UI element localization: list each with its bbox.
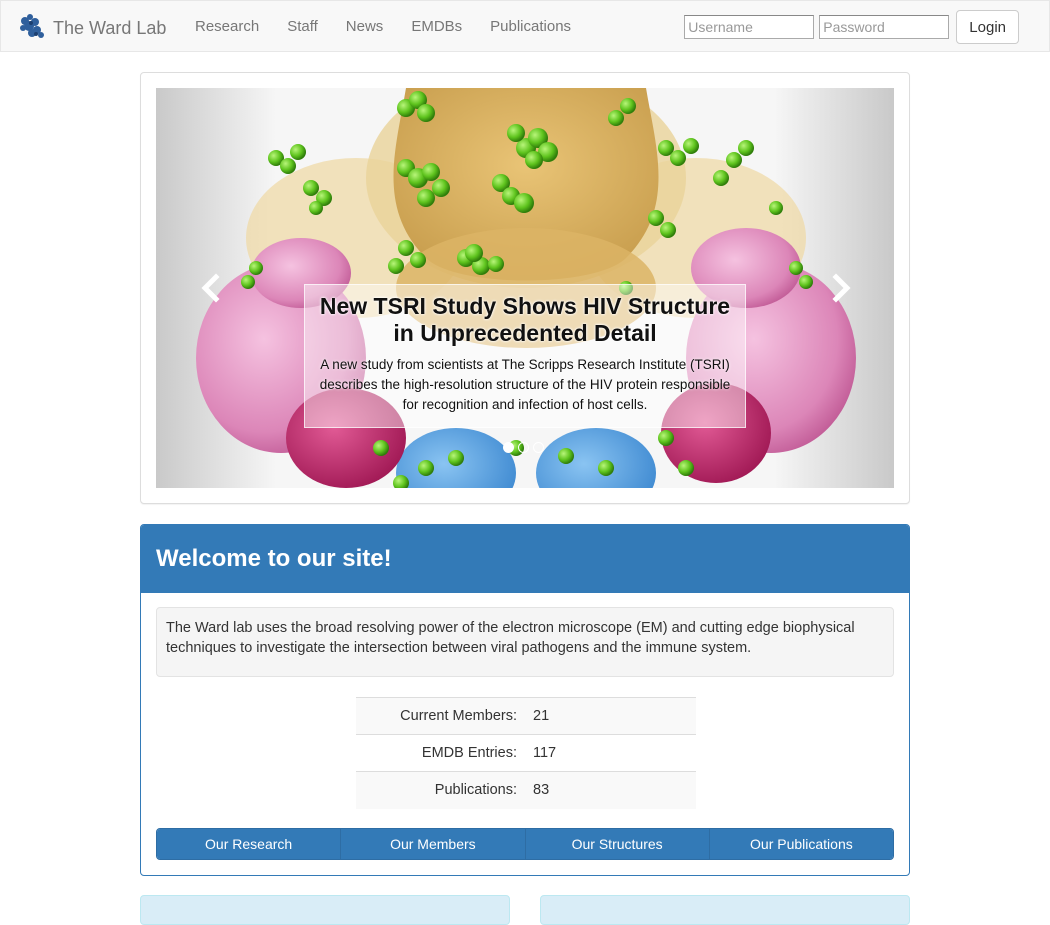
- carousel-next-button[interactable]: [826, 273, 856, 303]
- carousel-indicator-2[interactable]: [518, 442, 529, 453]
- chevron-right-icon: [832, 273, 851, 303]
- our-research-button[interactable]: Our Research: [157, 829, 341, 859]
- intro-text: The Ward lab uses the broad resolving po…: [156, 607, 894, 677]
- welcome-panel: Welcome to our site! The Ward lab uses t…: [140, 524, 910, 876]
- nav-staff[interactable]: Staff: [273, 1, 332, 53]
- nav-emdbs[interactable]: EMDBs: [397, 1, 476, 53]
- welcome-heading-bar: Welcome to our site!: [141, 525, 909, 593]
- carousel-indicator-1[interactable]: [503, 442, 514, 453]
- stat-value-emdb: 117: [533, 745, 557, 761]
- carousel-indicator-3[interactable]: [533, 442, 544, 453]
- main-nav: Research Staff News EMDBs Publications: [181, 1, 585, 53]
- section-button-group: Our Research Our Members Our Structures …: [156, 828, 894, 860]
- brand-name: The Ward Lab: [53, 17, 167, 38]
- nav-publications[interactable]: Publications: [476, 1, 585, 53]
- lab-logo-icon: [17, 11, 47, 46]
- carousel: New TSRI Study Shows HIV Structure in Un…: [156, 88, 894, 488]
- username-input[interactable]: [684, 15, 815, 39]
- navbar: The Ward Lab Research Staff News EMDBs P…: [0, 0, 1050, 52]
- table-row: Current Members: 21: [356, 697, 696, 735]
- carousel-panel: New TSRI Study Shows HIV Structure in Un…: [140, 72, 910, 504]
- stat-label-emdb: EMDB Entries:: [421, 745, 517, 761]
- chevron-left-icon: [201, 273, 220, 303]
- password-input[interactable]: [819, 15, 950, 39]
- slide-caption: New TSRI Study Shows HIV Structure in Un…: [304, 284, 746, 428]
- slide-description: A new study from scientists at The Scrip…: [319, 357, 731, 412]
- table-row: Publications: 83: [356, 771, 696, 809]
- login-form: Login: [684, 10, 1019, 44]
- nav-research[interactable]: Research: [181, 1, 273, 53]
- our-publications-button[interactable]: Our Publications: [708, 829, 893, 859]
- welcome-heading: Welcome to our site!: [156, 545, 392, 572]
- carousel-prev-button[interactable]: [196, 273, 226, 303]
- table-row: EMDB Entries: 117: [356, 734, 696, 772]
- stat-value-members: 21: [533, 708, 550, 724]
- our-structures-button[interactable]: Our Structures: [524, 829, 709, 859]
- carousel-indicators: [503, 442, 544, 453]
- login-button[interactable]: Login: [956, 10, 1019, 44]
- our-members-button[interactable]: Our Members: [340, 829, 525, 859]
- stat-value-publications: 83: [533, 782, 550, 799]
- stats-table: Current Members: 21 EMDB Entries: 117 Pu…: [356, 697, 696, 809]
- stat-label-publications: Publications:: [434, 782, 517, 799]
- brand-link[interactable]: The Ward Lab: [17, 13, 166, 43]
- stat-label-members: Current Members:: [400, 708, 517, 724]
- nav-news[interactable]: News: [332, 1, 398, 53]
- slide-title[interactable]: New TSRI Study Shows HIV Structure in Un…: [311, 293, 739, 347]
